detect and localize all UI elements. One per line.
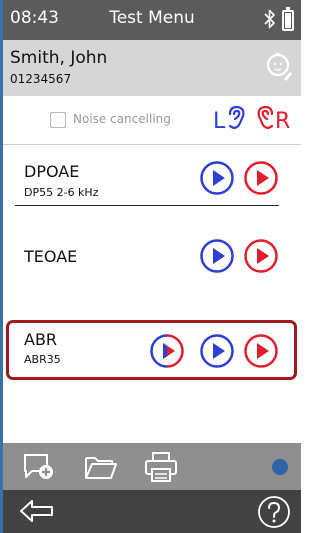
back-arrow-icon[interactable] <box>18 496 56 526</box>
left-ear-icon[interactable]: L <box>213 102 249 134</box>
test-row-dpoae[interactable]: DPOAE DP55 2-6 kHz <box>3 144 301 214</box>
baby-patient-icon[interactable] <box>265 50 293 82</box>
test-name: TEOAE <box>24 247 78 266</box>
printer-icon[interactable] <box>143 451 179 483</box>
play-right-ear-button[interactable] <box>243 160 279 196</box>
test-options-row: Noise cancelling L R <box>3 96 301 145</box>
test-name: ABR <box>24 330 58 349</box>
page-title: Test Menu <box>109 8 195 28</box>
play-binaural-button[interactable] <box>149 333 185 369</box>
bottom-toolbar <box>3 443 301 490</box>
test-protocol: DP55 2-6 kHz <box>24 186 99 199</box>
bluetooth-icon <box>264 9 275 29</box>
folder-icon[interactable] <box>83 451 119 483</box>
left-ear-label: L <box>213 109 226 134</box>
test-menu-screen: 08:43 Test Menu Smith, John 01234567 Noi… <box>0 0 301 533</box>
add-comment-icon[interactable] <box>21 451 55 483</box>
noise-cancelling-checkbox[interactable] <box>50 112 66 128</box>
row-divider <box>15 205 279 206</box>
status-indicator-dot <box>272 459 288 475</box>
help-icon[interactable] <box>257 495 291 529</box>
battery-icon <box>282 7 294 31</box>
patient-header[interactable]: Smith, John 01234567 <box>3 40 301 96</box>
navigation-bar <box>3 490 301 533</box>
patient-name: Smith, John <box>10 48 108 68</box>
test-name: DPOAE <box>24 162 80 181</box>
status-bar: 08:43 Test Menu <box>3 0 301 40</box>
right-ear-icon[interactable]: R <box>256 102 296 134</box>
play-right-ear-button[interactable] <box>243 238 279 274</box>
test-row-teoae[interactable]: TEOAE <box>3 222 301 292</box>
test-row-abr[interactable]: ABR ABR35 <box>3 316 301 386</box>
noise-cancelling-label: Noise cancelling <box>73 112 171 126</box>
patient-id: 01234567 <box>10 72 72 86</box>
right-ear-label: R <box>275 109 290 134</box>
play-left-ear-button[interactable] <box>199 238 235 274</box>
test-protocol: ABR35 <box>24 353 61 366</box>
play-left-ear-button[interactable] <box>199 160 235 196</box>
play-right-ear-button[interactable] <box>243 333 279 369</box>
play-left-ear-button[interactable] <box>199 333 235 369</box>
